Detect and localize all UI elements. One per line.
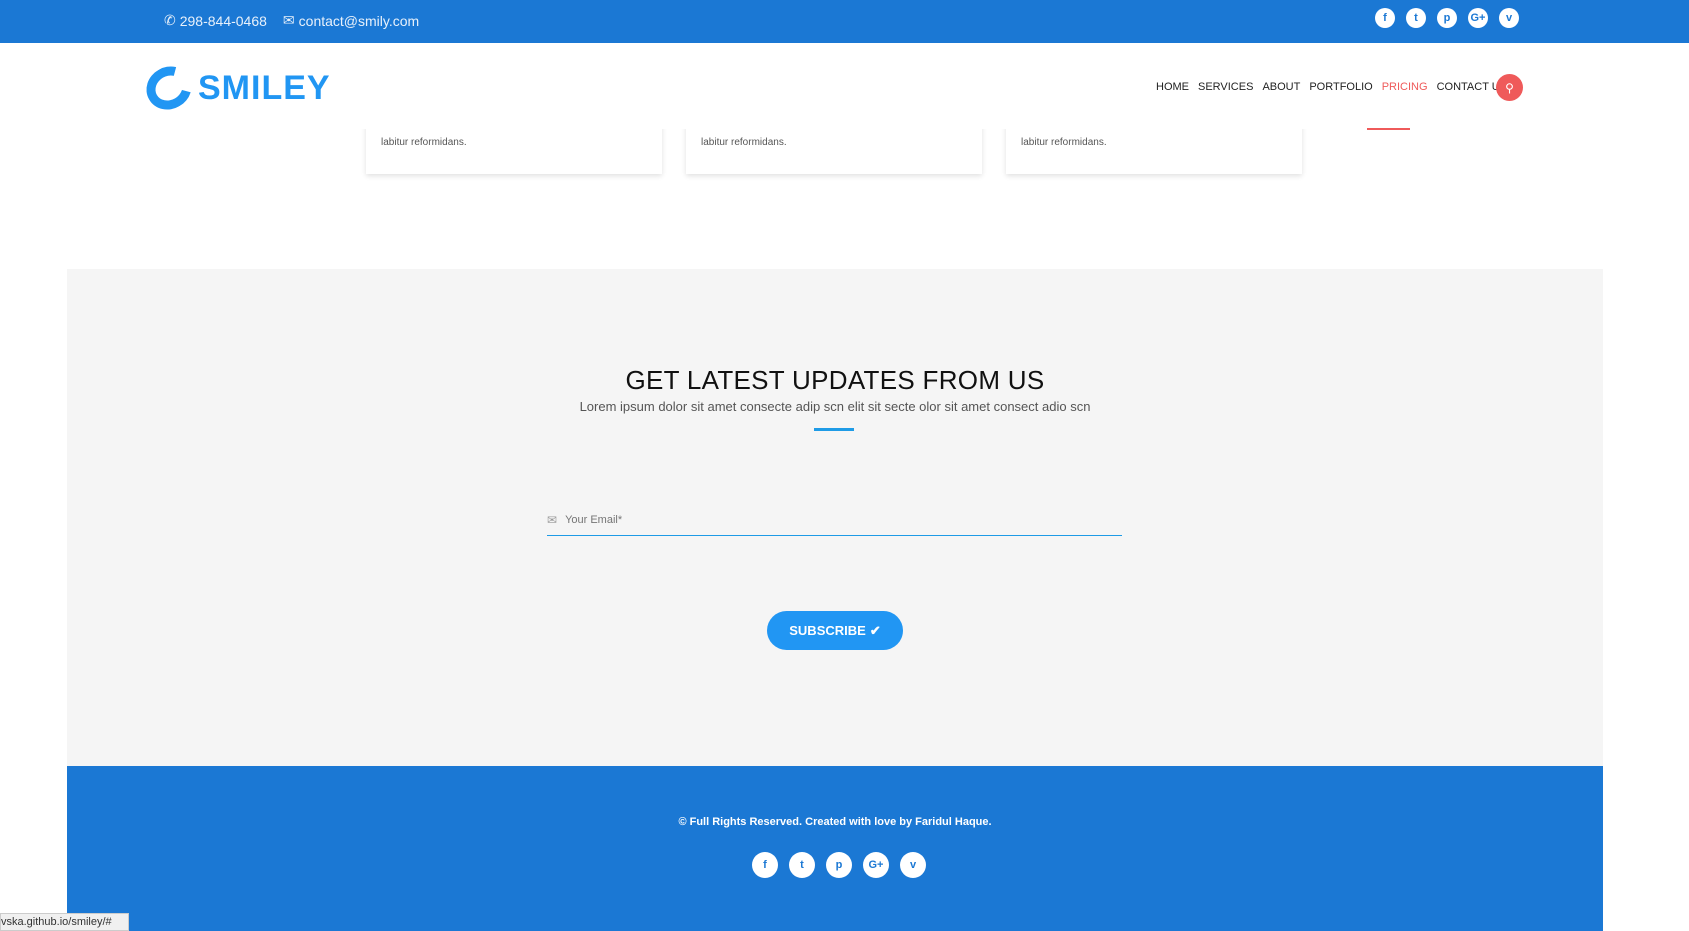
newsletter-section: GET LATEST UPDATES FROM US Lorem ipsum d… [67,269,1603,766]
phone: ✆ 298-844-0468 [164,12,267,29]
phone-icon: ✆ [164,12,176,28]
active-nav-indicator [1367,128,1410,130]
logo-mark-icon [138,58,200,118]
nav-portfolio[interactable]: PORTFOLIO [1309,81,1372,93]
facebook-icon[interactable]: f [752,852,778,878]
email-input[interactable] [565,514,1066,526]
vimeo-icon[interactable]: v [900,852,926,878]
facebook-icon[interactable]: f [1375,8,1395,28]
pinterest-icon[interactable]: p [826,852,852,878]
top-bar: ✆ 298-844-0468 ✉ contact@smily.com f t p G… [0,0,1689,43]
section-title: GET LATEST UPDATES FROM US [625,365,1045,395]
section-subtitle: Lorem ipsum dolor sit amet consecte adip… [579,399,1091,414]
copyright: © Full Rights Reserved. Created with lov… [678,816,992,828]
twitter-icon[interactable]: t [789,852,815,878]
pinterest-icon[interactable]: p [1437,8,1457,28]
vimeo-icon[interactable]: v [1499,8,1519,28]
envelope-icon: ✉ [282,12,295,28]
nav-home[interactable]: HOME [1156,81,1189,93]
email-field: ✉ [547,505,1122,536]
search-icon: ⚲ [1505,80,1514,95]
nav-services[interactable]: SERVICES [1198,81,1253,93]
twitter-icon[interactable]: t [1406,8,1426,28]
status-bar-url: vska.github.io/smiley/# [0,913,129,931]
top-social-links: f t p G+ v [1375,8,1519,28]
main-nav: HOME SERVICES ABOUT PORTFOLIO PRICING CO… [1156,81,1507,93]
nav-pricing[interactable]: PRICING [1382,81,1428,93]
logo[interactable]: SMILEY [138,58,331,118]
header: SMILEY HOME SERVICES ABOUT PORTFOLIO PRI… [0,43,1689,130]
envelope-icon: ✉ [547,513,558,527]
google-plus-icon[interactable]: G+ [863,852,889,878]
email-link[interactable]: ✉ contact@smily.com [283,12,419,29]
subscribe-button[interactable]: SUBSCRIBE ✔ [767,611,903,650]
title-divider [814,428,854,431]
nav-about[interactable]: ABOUT [1262,81,1300,93]
footer-social-links: f t p G+ v [752,852,926,878]
footer: © Full Rights Reserved. Created with lov… [67,766,1603,931]
search-button[interactable]: ⚲ [1496,74,1523,101]
google-plus-icon[interactable]: G+ [1468,8,1488,28]
check-circle-icon: ✔ [869,622,881,638]
